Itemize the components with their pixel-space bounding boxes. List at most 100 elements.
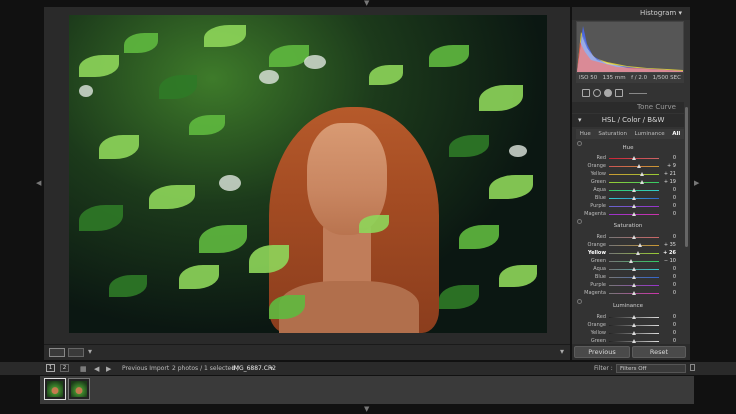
slider-thumb[interactable]	[632, 330, 636, 335]
photo-canvas[interactable]	[44, 7, 570, 344]
slider-value[interactable]: 0	[662, 313, 676, 321]
slider-thumb[interactable]	[638, 242, 642, 247]
slider-thumb[interactable]	[632, 282, 636, 287]
tab-hue[interactable]: Hue	[580, 129, 591, 139]
gradient-icon[interactable]	[615, 89, 623, 97]
slider-track[interactable]	[609, 234, 659, 239]
slider-value[interactable]: 0	[662, 329, 676, 337]
slider-thumb[interactable]	[632, 338, 636, 343]
slider-value[interactable]: 0	[662, 194, 676, 202]
reset-button[interactable]: Reset	[632, 346, 686, 358]
slider-value[interactable]: 0	[662, 273, 676, 281]
hue-red-slider[interactable]: Red 0	[576, 154, 680, 162]
slider-track[interactable]	[609, 179, 659, 184]
page-2-button[interactable]: 2	[60, 364, 69, 372]
slider-track[interactable]	[609, 314, 659, 319]
slider-track[interactable]	[609, 282, 659, 287]
tab-all[interactable]: All	[672, 129, 680, 139]
slider-track[interactable]	[609, 290, 659, 295]
red-eye-icon[interactable]	[604, 89, 612, 97]
slider-track[interactable]	[609, 266, 659, 271]
slider-track[interactable]	[609, 242, 659, 247]
slider-thumb[interactable]	[632, 234, 636, 239]
slider-track[interactable]	[609, 171, 659, 176]
slider-thumb[interactable]	[640, 171, 644, 176]
right-arrow-icon[interactable]: ▶	[106, 363, 111, 376]
slider-track[interactable]	[609, 211, 659, 216]
luminance-orange-slider[interactable]: Orange 0	[576, 321, 680, 329]
slider-thumb[interactable]	[632, 155, 636, 160]
slider-thumb[interactable]	[632, 322, 636, 327]
saturation-aqua-slider[interactable]: Aqua 0	[576, 265, 680, 273]
slider-value[interactable]: 0	[662, 321, 676, 329]
slider-thumb[interactable]	[629, 258, 633, 263]
hue-purple-slider[interactable]: Purple 0	[576, 202, 680, 210]
slider-value[interactable]: 0	[662, 210, 676, 218]
slider-track[interactable]	[609, 338, 659, 343]
slider-track[interactable]	[609, 163, 659, 168]
luminance-red-slider[interactable]: Red 0	[576, 313, 680, 321]
hue-blue-slider[interactable]: Blue 0	[576, 194, 680, 202]
slider-thumb[interactable]	[640, 179, 644, 184]
tab-saturation[interactable]: Saturation	[598, 129, 627, 139]
panel-scrollbar[interactable]	[685, 107, 688, 247]
saturation-orange-slider[interactable]: Orange + 35	[576, 241, 680, 249]
hue-magenta-slider[interactable]: Magenta 0	[576, 210, 680, 218]
slider-thumb[interactable]	[637, 163, 641, 168]
page-1-button[interactable]: 1	[46, 364, 55, 372]
slider-thumb[interactable]	[632, 187, 636, 192]
slider-value[interactable]: 0	[662, 202, 676, 210]
hsl-collapse-icon[interactable]: ▾	[578, 116, 582, 124]
top-panel-toggle-icon[interactable]: ▼	[364, 0, 369, 7]
slider-track[interactable]	[609, 155, 659, 160]
hue-aqua-slider[interactable]: Aqua 0	[576, 186, 680, 194]
saturation-green-slider[interactable]: Green − 10	[576, 257, 680, 265]
grid-icon[interactable]: ▦	[80, 363, 87, 376]
left-arrow-icon[interactable]: ◀	[94, 363, 99, 376]
saturation-purple-slider[interactable]: Purple 0	[576, 281, 680, 289]
slider-value[interactable]: + 21	[662, 170, 676, 178]
slider-thumb[interactable]	[632, 290, 636, 295]
slider-value[interactable]: 0	[662, 186, 676, 194]
slider-track[interactable]	[609, 322, 659, 327]
slider-value[interactable]: − 10	[662, 257, 676, 265]
saturation-blue-slider[interactable]: Blue 0	[576, 273, 680, 281]
saturation-red-slider[interactable]: Red 0	[576, 233, 680, 241]
slider-thumb[interactable]	[632, 314, 636, 319]
brush-icon[interactable]	[629, 92, 647, 94]
slider-value[interactable]: 0	[662, 233, 676, 241]
saturation-yellow-slider[interactable]: Yellow + 26	[576, 249, 680, 257]
slider-track[interactable]	[609, 250, 659, 255]
filter-lock-icon[interactable]	[690, 364, 695, 371]
slider-thumb[interactable]	[632, 274, 636, 279]
saturation-magenta-slider[interactable]: Magenta 0	[576, 289, 680, 297]
slider-value[interactable]: 0	[662, 154, 676, 162]
slider-value[interactable]: 0	[662, 289, 676, 297]
photo[interactable]	[69, 15, 547, 333]
slider-track[interactable]	[609, 258, 659, 263]
slider-thumb[interactable]	[632, 195, 636, 200]
slider-thumb[interactable]	[632, 203, 636, 208]
chevron-down-icon[interactable]: ▾	[88, 347, 92, 356]
hue-green-slider[interactable]: Green + 19	[576, 178, 680, 186]
slider-value[interactable]: + 19	[662, 178, 676, 186]
slider-track[interactable]	[609, 195, 659, 200]
slider-value[interactable]: + 35	[662, 241, 676, 249]
filename-chevron-icon[interactable]: ▾	[270, 362, 273, 375]
crop-icon[interactable]	[582, 89, 590, 97]
previous-button[interactable]: Previous	[574, 346, 630, 358]
histogram-header[interactable]: Histogram ▾	[572, 7, 690, 20]
toolbar-menu-icon[interactable]: ▾	[560, 347, 564, 356]
slider-thumb[interactable]	[636, 250, 640, 255]
hsl-header[interactable]: ▾ HSL / Color / B&W	[572, 114, 684, 127]
bottom-panel-toggle-icon[interactable]: ▼	[364, 406, 369, 413]
slider-thumb[interactable]	[632, 211, 636, 216]
slider-track[interactable]	[609, 203, 659, 208]
slider-track[interactable]	[609, 187, 659, 192]
slider-thumb[interactable]	[632, 266, 636, 271]
histogram[interactable]	[576, 21, 684, 73]
hue-orange-slider[interactable]: Orange + 9	[576, 162, 680, 170]
filmstrip-thumbnail[interactable]	[68, 378, 90, 400]
right-panel-toggle-icon[interactable]: ▶	[694, 180, 699, 187]
filmstrip-thumbnail[interactable]	[44, 378, 66, 400]
